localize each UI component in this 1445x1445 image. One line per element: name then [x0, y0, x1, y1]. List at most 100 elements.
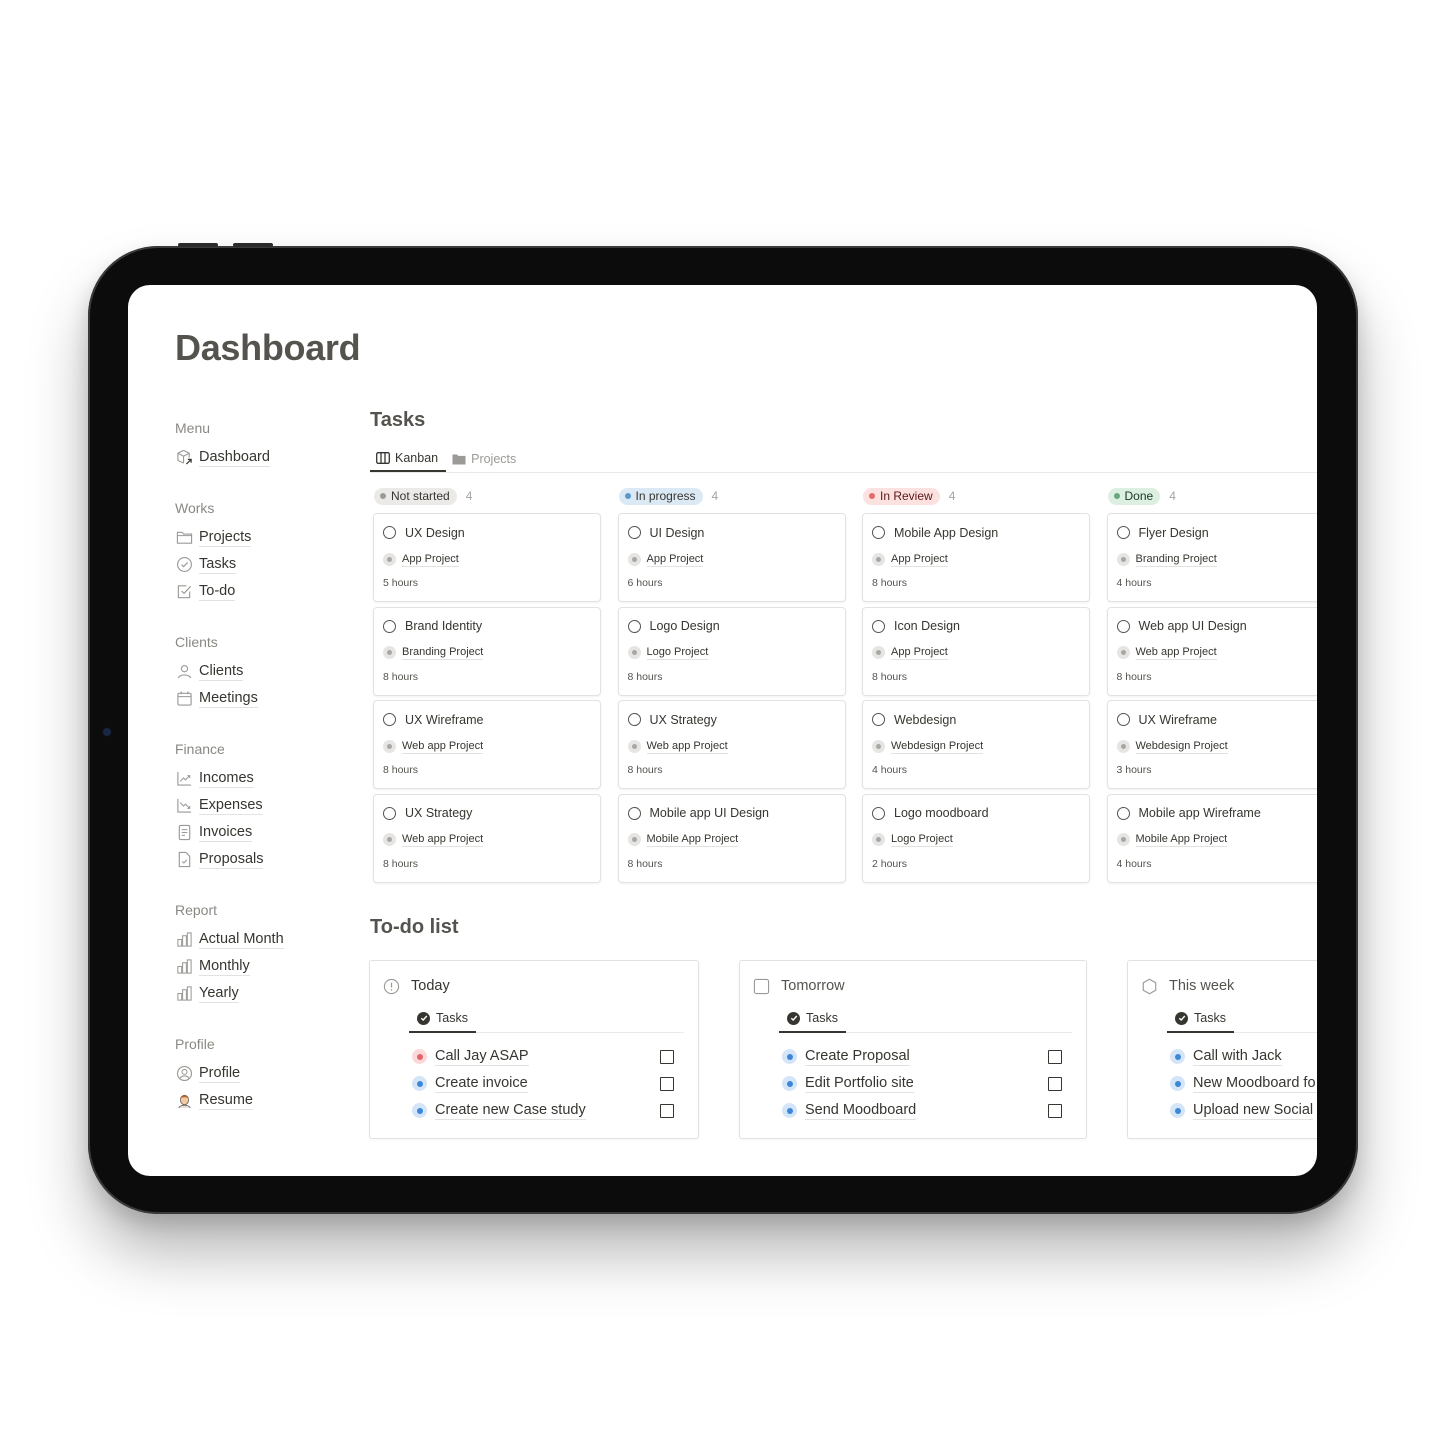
- todo-checkbox[interactable]: [660, 1103, 674, 1118]
- todo-checkbox[interactable]: [660, 1049, 674, 1064]
- project-link[interactable]: Mobile App Project: [1135, 832, 1228, 847]
- todo-item-label[interactable]: Create invoice: [435, 1074, 528, 1093]
- project-link[interactable]: Webdesign Project: [891, 739, 984, 754]
- task-status-radio[interactable]: [383, 526, 396, 539]
- project-link[interactable]: App Project: [646, 552, 704, 567]
- project-link[interactable]: Logo Project: [891, 832, 953, 847]
- tab-tasks[interactable]: Tasks: [409, 1005, 476, 1033]
- project-link[interactable]: App Project: [891, 552, 948, 567]
- task-status-radio[interactable]: [1116, 806, 1130, 820]
- column-header: In Review 4: [862, 485, 1090, 507]
- sidebar-item-projects[interactable]: Projects: [175, 524, 355, 551]
- project-link[interactable]: Logo Project: [646, 645, 709, 660]
- todo-checkbox[interactable]: [660, 1076, 674, 1091]
- task-card[interactable]: Mobile app UI Design Mobile App Project …: [617, 793, 846, 883]
- tab-tasks[interactable]: Tasks: [1167, 1005, 1234, 1033]
- task-status-radio[interactable]: [627, 806, 641, 820]
- project-link[interactable]: Web app Project: [402, 832, 484, 847]
- todo-item-label[interactable]: Call Jay ASAP: [435, 1047, 529, 1066]
- task-status-radio[interactable]: [1116, 713, 1130, 726]
- task-status-radio[interactable]: [872, 619, 885, 633]
- task-card[interactable]: Mobile App Design App Project 8 hours: [862, 513, 1090, 602]
- todo-item-label[interactable]: New Moodboard fo: [1193, 1074, 1316, 1093]
- task-card[interactable]: Mobile app Wireframe Mobile App Project …: [1106, 793, 1317, 883]
- task-status-radio[interactable]: [383, 713, 396, 726]
- project-link[interactable]: Web app Project: [646, 739, 728, 754]
- sidebar-item-label: Monthly: [199, 958, 250, 976]
- sidebar-item-tasks[interactable]: Tasks: [175, 551, 355, 578]
- task-status-radio[interactable]: [872, 806, 885, 820]
- task-card[interactable]: Icon Design App Project 8 hours: [862, 606, 1090, 696]
- task-status-radio[interactable]: [383, 619, 396, 633]
- kanban-column-done: Done 4 Flyer Design Branding Project 4 h…: [1106, 485, 1317, 887]
- task-status-radio[interactable]: [1116, 619, 1130, 633]
- todo-panel-tomorrow: Tomorrow Tasks Create Proposal Edit Port…: [739, 960, 1087, 1139]
- task-card[interactable]: UX Wireframe Webdesign Project 3 hours: [1106, 700, 1317, 789]
- sidebar-item-incomes[interactable]: Incomes: [175, 765, 355, 792]
- tab-projects[interactable]: Projects: [446, 445, 522, 472]
- task-status-radio[interactable]: [872, 713, 885, 726]
- task-status-radio[interactable]: [627, 526, 641, 539]
- task-card[interactable]: UI Design App Project 6 hours: [617, 513, 846, 602]
- sidebar-item-yearly[interactable]: Yearly: [175, 980, 355, 1007]
- task-card[interactable]: Logo Design Logo Project 8 hours: [617, 606, 846, 696]
- status-badge[interactable]: Done: [1107, 487, 1161, 505]
- todo-checkbox[interactable]: [1048, 1076, 1062, 1091]
- status-badge[interactable]: In progress: [618, 487, 703, 505]
- todo-item-label[interactable]: Edit Portfolio site: [805, 1074, 914, 1093]
- task-status-radio[interactable]: [627, 713, 641, 726]
- task-card[interactable]: Web app UI Design Web app Project 8 hour…: [1106, 606, 1317, 696]
- sidebar-item-actual-month[interactable]: Actual Month: [175, 926, 355, 953]
- sidebar-item-label: Dashboard: [199, 449, 270, 467]
- sidebar-item-meetings[interactable]: Meetings: [175, 685, 355, 712]
- sidebar-item-to-do[interactable]: To-do: [175, 578, 355, 605]
- todo-item: Create Proposal: [782, 1043, 1062, 1070]
- sidebar-item-label: Projects: [199, 529, 252, 547]
- sidebar-item-resume[interactable]: Resume: [175, 1087, 355, 1114]
- project-link[interactable]: Webdesign Project: [1135, 739, 1228, 754]
- task-card[interactable]: Flyer Design Branding Project 4 hours: [1106, 513, 1317, 602]
- project-link[interactable]: Web app Project: [402, 739, 484, 754]
- todo-item-label[interactable]: Create new Case study: [435, 1101, 586, 1120]
- task-status-radio[interactable]: [383, 806, 396, 820]
- task-card[interactable]: UX Wireframe Web app Project 8 hours: [373, 700, 601, 789]
- todo-panel-today: Today Tasks Call Jay ASAP Create invoice: [369, 960, 699, 1139]
- sidebar-item-proposals[interactable]: Proposals: [175, 846, 355, 873]
- task-card[interactable]: Webdesign Webdesign Project 4 hours: [862, 700, 1090, 789]
- task-card[interactable]: UX Strategy Web app Project 8 hours: [373, 793, 601, 883]
- sidebar-item-expenses[interactable]: Expenses: [175, 792, 355, 819]
- todo-item-label[interactable]: Upload new Social: [1193, 1101, 1314, 1120]
- project-link[interactable]: App Project: [891, 645, 948, 660]
- todo-checkbox[interactable]: [1048, 1049, 1062, 1064]
- sidebar-item-invoices[interactable]: Invoices: [175, 819, 355, 846]
- project-link[interactable]: Branding Project: [1135, 552, 1217, 567]
- status-badge[interactable]: Not started: [374, 487, 457, 505]
- project-link[interactable]: App Project: [402, 552, 459, 567]
- sidebar-item-monthly[interactable]: Monthly: [175, 953, 355, 980]
- todo-item-label[interactable]: Call with Jack: [1193, 1047, 1282, 1066]
- sidebar-item-dashboard[interactable]: Dashboard: [175, 444, 355, 471]
- tablet-frame: Dashboard Menu Dashboard Works Projects Task…: [88, 243, 1358, 1214]
- sidebar-item-profile[interactable]: Profile: [175, 1060, 355, 1087]
- tab-tasks[interactable]: Tasks: [779, 1005, 846, 1033]
- todo-item-label[interactable]: Create Proposal: [805, 1047, 910, 1066]
- project-link[interactable]: Branding Project: [402, 645, 484, 660]
- task-hours: 4 hours: [1116, 577, 1152, 589]
- task-card[interactable]: UX Strategy Web app Project 8 hours: [617, 700, 846, 789]
- task-card[interactable]: Logo moodboard Logo Project 2 hours: [862, 793, 1090, 883]
- user-circle-icon: [175, 1065, 193, 1083]
- sidebar-item-clients[interactable]: Clients: [175, 658, 355, 685]
- task-hours: 8 hours: [627, 857, 663, 870]
- project-link[interactable]: Mobile App Project: [646, 832, 739, 847]
- task-status-radio[interactable]: [1116, 526, 1130, 539]
- task-card[interactable]: Brand Identity Branding Project 8 hours: [373, 606, 601, 696]
- task-card[interactable]: UX Design App Project 5 hours: [373, 513, 601, 602]
- task-status-radio[interactable]: [627, 619, 641, 633]
- task-status-radio[interactable]: [872, 526, 885, 539]
- todo-item-label[interactable]: Send Moodboard: [805, 1101, 917, 1120]
- status-badge[interactable]: In Review: [863, 487, 940, 505]
- tab-kanban[interactable]: Kanban: [370, 445, 447, 472]
- todo-checkbox[interactable]: [1048, 1103, 1062, 1118]
- project-link[interactable]: Web app Project: [1135, 645, 1217, 660]
- task-title: UX Strategy: [405, 806, 473, 820]
